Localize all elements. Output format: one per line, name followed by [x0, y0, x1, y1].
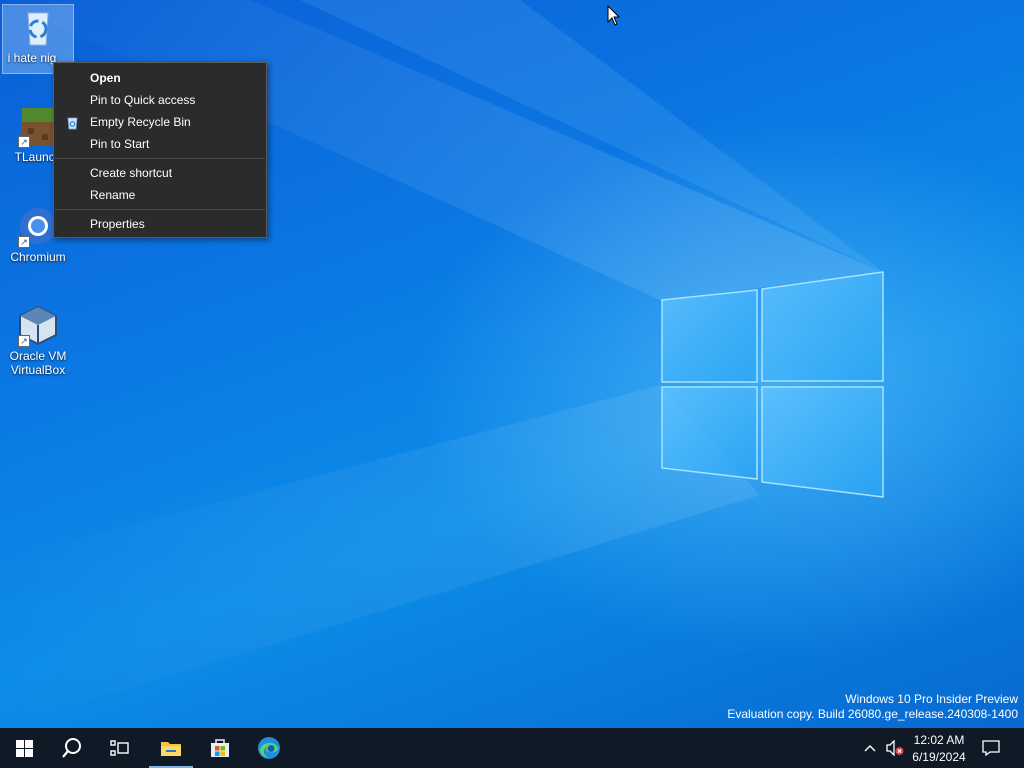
- microsoft-store-icon: [211, 739, 229, 757]
- desktop-icon-virtualbox[interactable]: ↗ Oracle VM VirtualBox: [3, 303, 73, 377]
- edge-button[interactable]: [245, 728, 293, 768]
- clock-time: 12:02 AM: [913, 733, 965, 747]
- menu-item-label: Pin to Quick access: [90, 93, 196, 107]
- show-hidden-icons-button[interactable]: [862, 740, 880, 756]
- menu-item-label: Properties: [90, 217, 145, 231]
- mouse-cursor-icon: [607, 5, 621, 26]
- recycle-bin-small-icon: [66, 115, 79, 130]
- watermark-line-1: Windows 10 Pro Insider Preview: [845, 692, 1018, 706]
- chevron-up-icon: [864, 745, 876, 752]
- virtualbox-icon: ↗: [16, 303, 60, 347]
- task-view-button[interactable]: [96, 728, 144, 768]
- menu-item-label: Empty Recycle Bin: [90, 115, 191, 129]
- start-icon: [15, 739, 33, 757]
- volume-button[interactable]: [885, 739, 904, 757]
- search-button[interactable]: [48, 728, 96, 768]
- menu-item-label: Pin to Start: [90, 137, 150, 151]
- context-menu: Open Pin to Quick access Empty Recycle B…: [53, 62, 267, 238]
- search-icon: [62, 738, 81, 758]
- evaluation-watermark: Windows 10 Pro Insider Preview Evaluatio…: [727, 692, 1018, 722]
- menu-item-pin-to-start[interactable]: Pin to Start: [54, 133, 266, 155]
- file-explorer-button[interactable]: [147, 728, 195, 768]
- menu-separator: [55, 209, 265, 210]
- windows-logo: [661, 271, 884, 498]
- clock[interactable]: 12:02 AM 6/19/2024: [904, 730, 974, 766]
- menu-item-label: Create shortcut: [90, 166, 173, 180]
- action-center-button[interactable]: [982, 740, 1002, 757]
- file-explorer-icon: [161, 742, 181, 756]
- microsoft-store-button[interactable]: [196, 728, 244, 768]
- shortcut-arrow-icon: ↗: [18, 236, 30, 248]
- start-button[interactable]: [0, 728, 48, 768]
- menu-item-create-shortcut[interactable]: Create shortcut: [54, 162, 266, 184]
- menu-separator: [55, 158, 265, 159]
- menu-item-label: Open: [90, 71, 121, 85]
- shortcut-arrow-icon: ↗: [18, 335, 30, 347]
- notification-icon: [982, 740, 1000, 757]
- clock-date: 6/19/2024: [912, 750, 966, 764]
- shortcut-arrow-icon: ↗: [18, 136, 30, 148]
- menu-item-properties[interactable]: Properties: [54, 213, 266, 235]
- menu-item-label: Rename: [90, 188, 136, 202]
- menu-item-rename[interactable]: Rename: [54, 184, 266, 206]
- desktop-icon-label: Oracle VM VirtualBox: [9, 349, 67, 377]
- volume-muted-icon: [886, 739, 904, 757]
- watermark-line-2: Evaluation copy. Build 26080.ge_release.…: [727, 707, 1018, 721]
- edge-icon: [258, 737, 280, 759]
- menu-item-pin-quick-access[interactable]: Pin to Quick access: [54, 89, 266, 111]
- taskbar: 12:02 AM 6/19/2024: [0, 728, 1024, 768]
- menu-item-empty-recycle-bin[interactable]: Empty Recycle Bin: [54, 111, 266, 133]
- menu-item-open[interactable]: Open: [54, 67, 266, 89]
- recycle-bin-icon: [16, 5, 60, 49]
- desktop-icon-label: Chromium: [10, 250, 66, 264]
- task-view-icon: [110, 740, 129, 756]
